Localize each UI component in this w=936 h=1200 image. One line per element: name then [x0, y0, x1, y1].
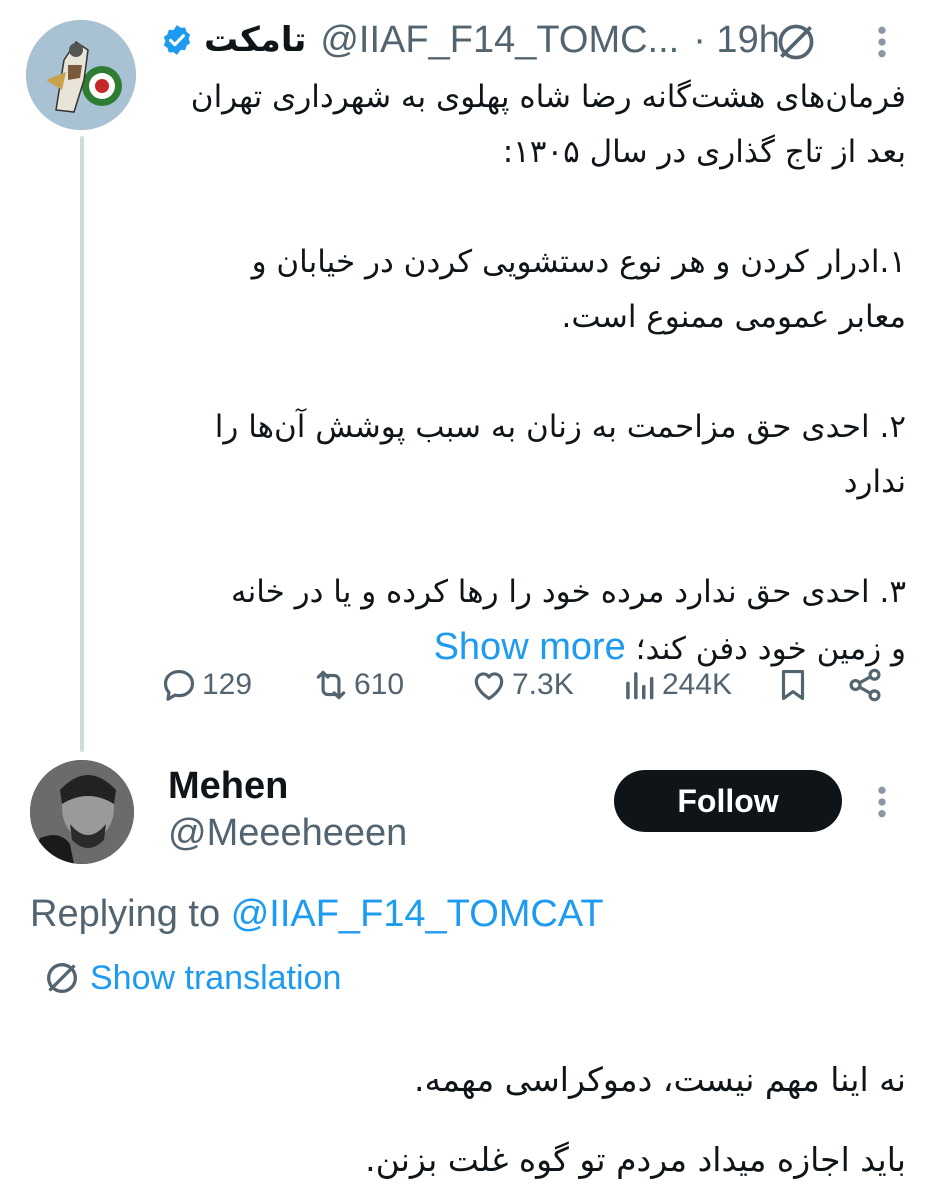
- retweet-button[interactable]: 610: [312, 660, 404, 710]
- share-button[interactable]: [846, 660, 884, 710]
- author-display-name[interactable]: تامکت: [204, 20, 306, 60]
- like-button[interactable]: 7.3K: [470, 660, 574, 710]
- tweet-line: فرمان‌های هشت‌گانه رضا شاه پهلوی به شهرد…: [190, 79, 906, 115]
- views-button[interactable]: 244K: [620, 660, 732, 710]
- translate-icon[interactable]: [774, 20, 818, 64]
- tweet-timestamp[interactable]: · 19h: [693, 19, 780, 62]
- more-icon[interactable]: [868, 782, 896, 822]
- view-count: 244K: [662, 668, 733, 701]
- tweet-line: ۱.ادرار کردن و هر نوع دستشویی کردن در خی…: [251, 244, 906, 280]
- tweet-line: بعد از تاج گذاری در سال ۱۳۰۵:: [502, 134, 906, 170]
- replying-to: Replying to @IIAF_F14_TOMCAT: [30, 893, 604, 936]
- share-icon: [849, 668, 881, 702]
- show-translation-link[interactable]: Show translation: [42, 958, 341, 998]
- reply-author-handle[interactable]: @Meeeheeen: [168, 812, 407, 855]
- author-avatar[interactable]: [26, 20, 136, 130]
- reply-author-name[interactable]: Mehen: [168, 765, 288, 808]
- reply-count: 129: [202, 668, 253, 701]
- translate-icon: [47, 963, 77, 993]
- replying-to-label: Replying to: [30, 893, 221, 935]
- reply-line: نه اینا مهم نیست، دموکراسی مهمه.: [414, 1060, 906, 1099]
- reply-button[interactable]: 129: [160, 660, 252, 710]
- tweet-actions: 129 610 7.3K 244K: [160, 660, 900, 710]
- more-icon[interactable]: [868, 22, 896, 62]
- tweet-line: ۳. احدی حق ندارد مرده خود را رها کرده و …: [230, 574, 906, 610]
- retweet-count: 610: [354, 668, 405, 701]
- tweet-text: فرمان‌های هشت‌گانه رضا شاه پهلوی به شهرد…: [150, 70, 906, 677]
- tweet-line: معابر عمومی ممنوع است.: [561, 299, 906, 335]
- show-translation-label: Show translation: [90, 958, 342, 997]
- verified-badge-icon: [163, 25, 191, 55]
- reply-icon: [163, 669, 195, 701]
- like-icon: [474, 672, 504, 701]
- bookmark-icon: [781, 669, 805, 701]
- reply-text: نه اینا مهم نیست، دموکراسی مهمه. باید اج…: [120, 1040, 906, 1200]
- tweet-line: ندارد: [843, 464, 906, 500]
- like-count: 7.3K: [512, 668, 574, 701]
- reply-author-avatar[interactable]: [30, 760, 134, 864]
- views-icon: [626, 672, 654, 700]
- replying-to-mention[interactable]: @IIAF_F14_TOMCAT: [231, 893, 604, 935]
- author-handle[interactable]: @IIAF_F14_TOMC...: [320, 19, 679, 62]
- follow-button[interactable]: Follow: [614, 770, 842, 832]
- thread-connector-line: [80, 136, 84, 752]
- bookmark-button[interactable]: [774, 660, 812, 710]
- tweet-line: ۲. احدی حق مزاحمت به زنان به سبب پوشش آن…: [214, 409, 906, 445]
- tomcat-emblem-icon: [26, 20, 136, 130]
- reply-line: باید اجازه میداد مردم تو گوه غلت بزنن.: [365, 1140, 906, 1179]
- retweet-icon: [316, 670, 346, 700]
- person-photo-icon: [30, 760, 134, 864]
